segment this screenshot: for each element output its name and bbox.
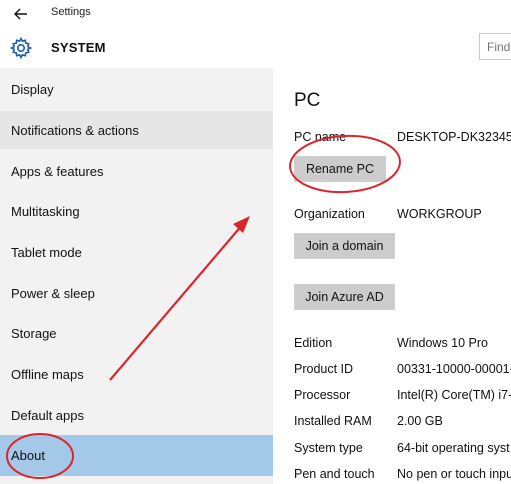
installed-ram-label: Installed RAM [294,414,372,428]
sidebar-item-display[interactable]: Display [0,70,273,108]
installed-ram-value: 2.00 GB [397,414,443,428]
system-type-label: System type [294,441,363,455]
processor-label: Processor [294,388,351,402]
organization-value: WORKGROUP [397,207,482,221]
back-button[interactable] [6,2,36,26]
sidebar-item-multitasking[interactable]: Multitasking [0,192,273,230]
sidebar-item-default-apps[interactable]: Default apps [0,396,273,434]
section-heading: PC [294,90,321,111]
sidebar-item-apps-features[interactable]: Apps & features [0,152,273,190]
system-type-value: 64-bit operating syst [397,441,510,455]
edition-label: Edition [294,336,333,350]
gear-icon [9,36,33,60]
processor-value: Intel(R) Core(TM) i7- [397,388,511,402]
organization-label: Organization [294,207,365,221]
sidebar-item-notifications[interactable]: Notifications & actions [0,111,273,149]
sidebar-item-power-sleep[interactable]: Power & sleep [0,274,273,312]
rename-pc-button[interactable]: Rename PC [294,156,386,182]
search-input[interactable] [480,34,511,59]
pen-touch-label: Pen and touch [294,467,375,481]
page-title: SYSTEM [51,40,106,55]
back-arrow-icon [14,8,27,20]
pen-touch-value: No pen or touch inpu [397,467,511,481]
edition-value: Windows 10 Pro [397,336,489,350]
sidebar-item-offline-maps[interactable]: Offline maps [0,355,273,393]
sidebar: Display Notifications & actions Apps & f… [0,68,273,484]
sidebar-item-about[interactable]: About [0,435,273,476]
section-header: SYSTEM [0,28,511,68]
sidebar-item-tablet-mode[interactable]: Tablet mode [0,233,273,271]
product-id-value: 00331-10000-00001-A [397,362,511,376]
join-domain-button[interactable]: Join a domain [294,233,395,259]
sidebar-item-storage[interactable]: Storage [0,314,273,352]
title-bar: Settings [0,0,511,28]
pc-name-label: PC name [294,130,347,144]
join-azure-ad-button[interactable]: Join Azure AD [294,284,395,310]
window-title: Settings [51,6,91,18]
search-box[interactable] [479,33,511,60]
product-id-label: Product ID [294,362,354,376]
pc-name-value: DESKTOP-DK32345 [397,130,511,144]
